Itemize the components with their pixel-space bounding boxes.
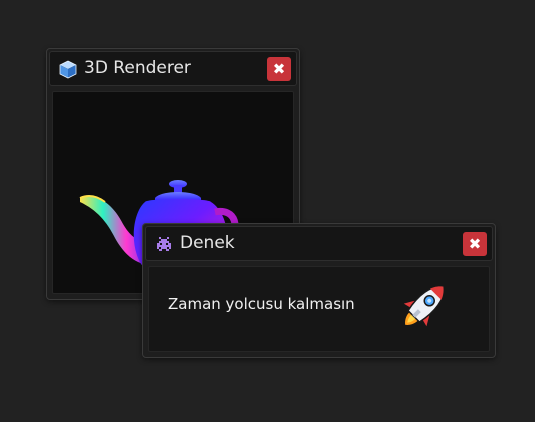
cube-icon [59,60,77,79]
denek-titlebar[interactable]: Denek ✖ [145,226,493,261]
denek-content: Zaman yolcusu kalmasın [148,266,490,352]
renderer-titlebar[interactable]: 3D Renderer ✖ [49,51,297,86]
space-invader-icon [157,237,171,251]
denek-message: Zaman yolcusu kalmasın [168,295,355,313]
rocket-icon [403,285,445,327]
denek-close-button[interactable]: ✖ [463,232,487,256]
denek-title: Denek [180,233,235,253]
renderer-close-button[interactable]: ✖ [267,57,291,81]
denek-window: Denek ✖ Zaman yolcusu kalmasın [142,223,496,358]
renderer-title: 3D Renderer [84,58,191,78]
